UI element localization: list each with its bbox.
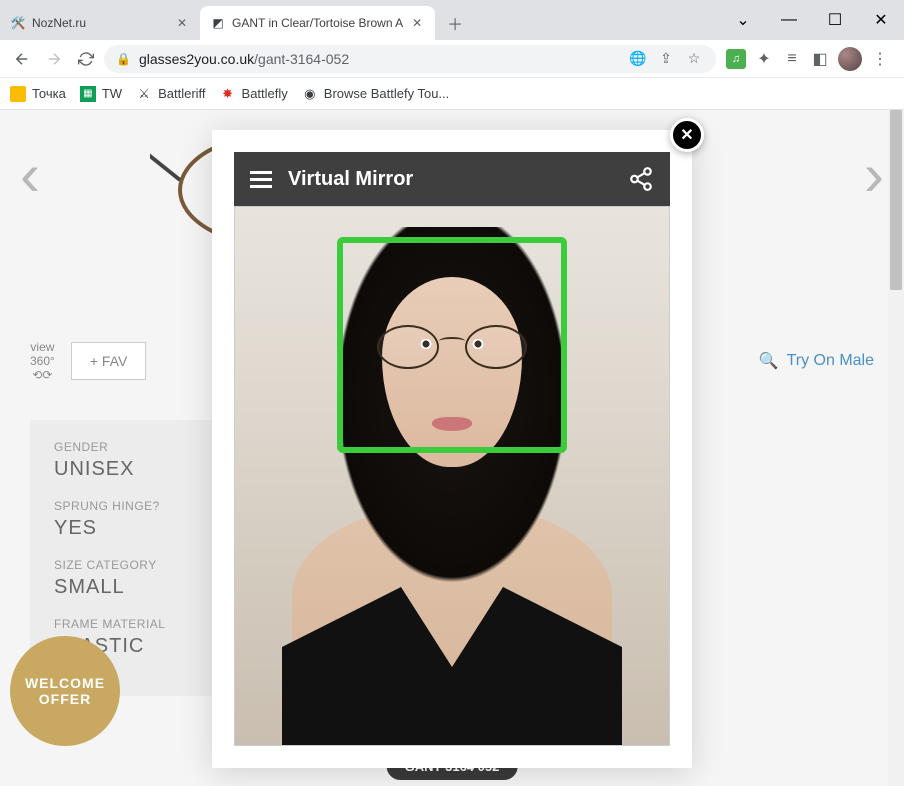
- try-on-male-link[interactable]: 🔍 Try On Male: [759, 351, 874, 371]
- bookmark-battlefy[interactable]: ◉ Browse Battlefy Tou...: [302, 86, 450, 102]
- maximize-button[interactable]: ☐: [812, 0, 858, 40]
- mirror-title: Virtual Mirror: [288, 168, 612, 191]
- star-icon[interactable]: ☆: [684, 49, 704, 69]
- share-icon[interactable]: ⇪: [656, 49, 676, 69]
- address-bar: 🔒 glasses2you.co.uk/gant-3164-052 🌐 ⇪ ☆ …: [0, 40, 904, 78]
- tryon-label: Try On Male: [787, 352, 874, 370]
- extensions-puzzle-icon[interactable]: ✦: [754, 49, 774, 69]
- tab-favicon: ◩: [210, 15, 226, 31]
- close-modal-button[interactable]: ✕: [670, 118, 704, 152]
- flame-icon: ✸: [220, 86, 236, 102]
- welcome-line2: OFFER: [39, 691, 91, 707]
- reading-list-icon[interactable]: ≡: [782, 49, 802, 69]
- folder-icon: [10, 86, 26, 102]
- mirror-preview[interactable]: [234, 206, 670, 746]
- translate-icon[interactable]: 🌐: [628, 49, 648, 69]
- tab-title: NozNet.ru: [32, 16, 168, 30]
- tab-favicon: 🛠️: [10, 15, 26, 31]
- carousel-prev-arrow[interactable]: ‹: [20, 140, 40, 209]
- page-viewport: ‹ › view 360° ⟲⟳ + FAV 🔍 Try On Male GEN…: [0, 110, 904, 786]
- hamburger-menu-icon[interactable]: [250, 171, 272, 188]
- share-icon[interactable]: [628, 166, 654, 192]
- lock-icon: 🔒: [116, 52, 131, 66]
- face-detection-frame: [337, 237, 567, 453]
- welcome-line1: WELCOME: [25, 675, 105, 691]
- extension-icons: ♫ ✦ ≡ ◧ ⋮: [720, 47, 896, 71]
- profile-avatar[interactable]: [838, 47, 862, 71]
- url-input[interactable]: 🔒 glasses2you.co.uk/gant-3164-052 🌐 ⇪ ☆: [104, 45, 716, 73]
- favorite-button[interactable]: + FAV: [71, 342, 146, 380]
- browser-tab-gant[interactable]: ◩ GANT in Clear/Tortoise Brown A ✕: [200, 6, 435, 40]
- window-controls: ⌄ — ☐ ✕: [720, 0, 904, 40]
- mirror-icon: 🔍: [759, 351, 779, 371]
- url-text: glasses2you.co.uk/gant-3164-052: [139, 51, 620, 67]
- side-panel-icon[interactable]: ◧: [810, 49, 830, 69]
- view-360-button[interactable]: view 360° ⟲⟳: [30, 340, 55, 382]
- bookmark-battleriff[interactable]: ⚔ Battleriff: [136, 86, 205, 102]
- close-tab-icon[interactable]: ✕: [409, 15, 425, 31]
- welcome-offer-badge[interactable]: WELCOME OFFER: [10, 636, 120, 746]
- browser-titlebar: 🛠️ NozNet.ru ✕ ◩ GANT in Clear/Tortoise …: [0, 0, 904, 40]
- tab-title: GANT in Clear/Tortoise Brown A: [232, 16, 403, 30]
- crossed-axes-icon: ⚔: [136, 86, 152, 102]
- close-tab-icon[interactable]: ✕: [174, 15, 190, 31]
- new-tab-button[interactable]: ＋: [441, 9, 469, 37]
- reload-button[interactable]: [72, 45, 100, 73]
- bookmark-tw[interactable]: ▦ TW: [80, 86, 122, 102]
- bookmark-label: Точка: [32, 86, 66, 101]
- view360-degrees: 360°: [30, 354, 55, 368]
- forward-button[interactable]: [40, 45, 68, 73]
- kebab-menu-icon[interactable]: ⋮: [870, 49, 890, 69]
- site-icon: ◉: [302, 86, 318, 102]
- bookmark-label: Battlefly: [242, 86, 288, 101]
- bookmarks-bar: Точка ▦ TW ⚔ Battleriff ✸ Battlefly ◉ Browse…: [0, 78, 904, 110]
- back-button[interactable]: [8, 45, 36, 73]
- sheet-icon: ▦: [80, 86, 96, 102]
- extension-music-icon[interactable]: ♫: [726, 49, 746, 69]
- mirror-header: Virtual Mirror: [234, 152, 670, 206]
- bookmark-tochka[interactable]: Точка: [10, 86, 66, 102]
- bookmark-label: Battleriff: [158, 86, 205, 101]
- close-window-button[interactable]: ✕: [858, 0, 904, 40]
- bookmark-label: TW: [102, 86, 122, 101]
- browser-tab-noznet[interactable]: 🛠️ NozNet.ru ✕: [0, 6, 200, 40]
- bookmark-label: Browse Battlefy Tou...: [324, 86, 450, 101]
- view360-label: view: [30, 340, 54, 354]
- minimize-button[interactable]: —: [766, 0, 812, 40]
- carousel-next-arrow[interactable]: ›: [864, 140, 884, 209]
- chevron-down-icon[interactable]: ⌄: [720, 0, 766, 40]
- rotate-icon: ⟲⟳: [32, 368, 52, 382]
- bookmark-battlefly[interactable]: ✸ Battlefly: [220, 86, 288, 102]
- virtual-mirror-modal: ✕ Virtual Mirror: [212, 130, 692, 768]
